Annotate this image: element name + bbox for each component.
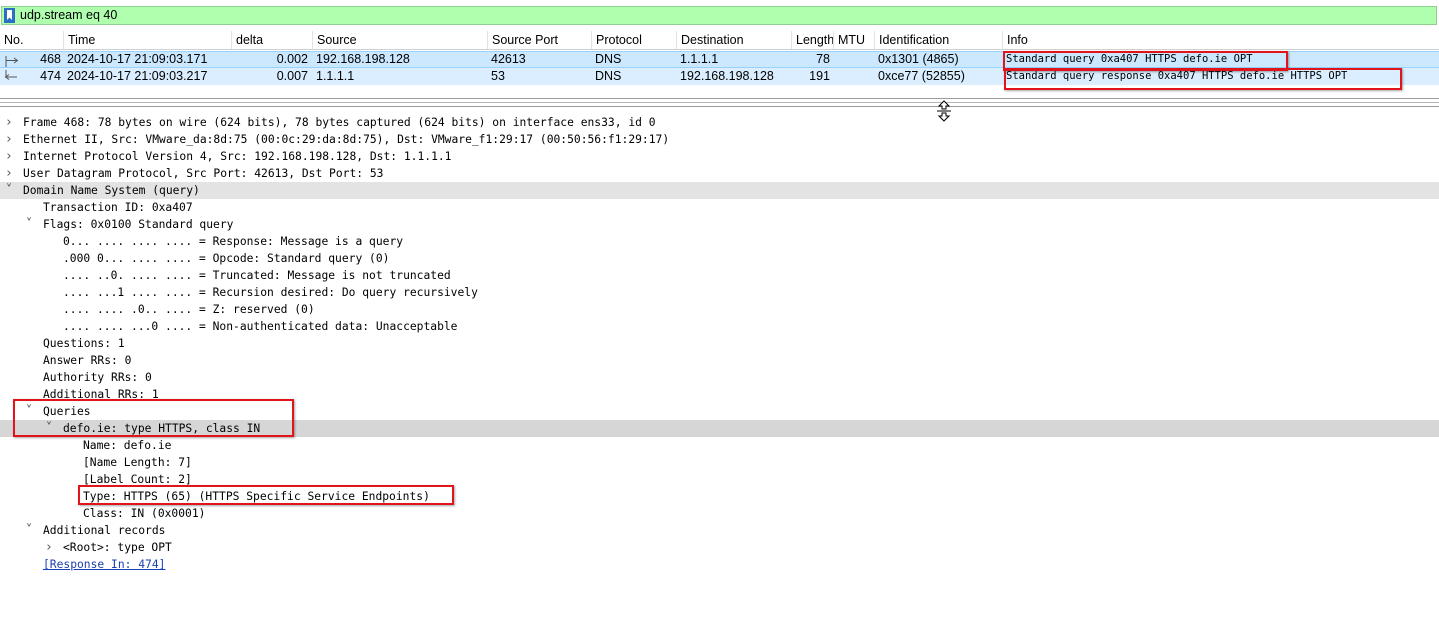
- tree-row-flag-recursion[interactable]: .... ...1 .... .... = Recursion desired:…: [0, 284, 1439, 301]
- bookmark-icon[interactable]: [4, 8, 15, 23]
- packet-protocol: DNS: [595, 69, 622, 83]
- chevron-down-icon[interactable]: ˅: [24, 216, 34, 233]
- tree-row-label: Ethernet II, Src: VMware_da:8d:75 (00:0c…: [23, 133, 670, 146]
- column-header-delta[interactable]: delta: [231, 31, 312, 49]
- tree-row-flag-nonauth[interactable]: .... .... ...0 .... = Non-authenticated …: [0, 318, 1439, 335]
- response-arrow-icon: [4, 70, 17, 80]
- tree-row-label: Additional records: [43, 524, 166, 537]
- tree-row-label: Flags: 0x0100 Standard query: [43, 218, 234, 231]
- tree-row-query-class[interactable]: Class: IN (0x0001): [0, 505, 1439, 522]
- packet-destination: 192.168.198.128: [680, 69, 774, 83]
- column-header-time[interactable]: Time: [63, 31, 231, 49]
- tree-row-frame[interactable]: › Frame 468: 78 bytes on wire (624 bits),…: [0, 114, 1439, 131]
- tree-row-answer-rrs[interactable]: Answer RRs: 0: [0, 352, 1439, 369]
- chevron-down-icon[interactable]: ˅: [4, 182, 14, 199]
- packet-identification: 0xce77 (52855): [878, 69, 965, 83]
- display-filter-bar: udp.stream eq 40: [0, 4, 1439, 26]
- packet-length: 78: [816, 52, 830, 66]
- tree-row-flag-response[interactable]: 0... .... .... .... = Response: Message …: [0, 233, 1439, 250]
- packet-no: 474: [40, 69, 61, 83]
- tree-row-label: .... ..0. .... .... = Truncated: Message…: [63, 269, 451, 282]
- tree-row-label: Domain Name System (query): [23, 184, 200, 197]
- packet-time: 2024-10-17 21:09:03.217: [67, 69, 208, 83]
- chevron-right-icon[interactable]: ›: [4, 114, 14, 131]
- tree-row-flag-z[interactable]: .... .... .0.. .... = Z: reserved (0): [0, 301, 1439, 318]
- tree-row-flag-opcode[interactable]: .000 0... .... .... = Opcode: Standard q…: [0, 250, 1439, 267]
- column-header-source-port[interactable]: Source Port: [487, 31, 591, 49]
- tree-row-flag-truncated[interactable]: .... ..0. .... .... = Truncated: Message…: [0, 267, 1439, 284]
- chevron-right-icon[interactable]: ›: [4, 148, 14, 165]
- tree-row-udp[interactable]: › User Datagram Protocol, Src Port: 42613…: [0, 165, 1439, 182]
- tree-row-label: Authority RRs: 0: [43, 371, 152, 384]
- chevron-right-icon[interactable]: ›: [44, 539, 54, 556]
- tree-row-name-length[interactable]: [Name Length: 7]: [0, 454, 1439, 471]
- tree-row-label: Name: defo.ie: [83, 439, 172, 452]
- packet-delta: 0.007: [276, 69, 308, 83]
- tree-row-label: User Datagram Protocol, Src Port: 42613,…: [23, 167, 384, 180]
- tree-row-label: .... .... ...0 .... = Non-authenticated …: [63, 320, 458, 333]
- tree-row-dns[interactable]: ˅ Domain Name System (query): [0, 182, 1439, 199]
- column-header-no[interactable]: No.: [0, 31, 63, 49]
- column-header-length[interactable]: Length: [791, 31, 833, 49]
- tree-row-label: Transaction ID: 0xa407: [43, 201, 193, 214]
- chevron-down-icon[interactable]: ˅: [24, 522, 34, 539]
- packet-source-port: 42613: [491, 52, 526, 66]
- annotation-box: [1004, 68, 1402, 90]
- tree-row-flags[interactable]: ˅ Flags: 0x0100 Standard query: [0, 216, 1439, 233]
- tree-row-label: Class: IN (0x0001): [83, 507, 206, 520]
- packet-protocol: DNS: [595, 52, 622, 66]
- tree-row-label: .... ...1 .... .... = Recursion desired:…: [63, 286, 478, 299]
- column-header-info[interactable]: Info: [1002, 31, 1439, 49]
- display-filter-input[interactable]: udp.stream eq 40: [1, 6, 1437, 25]
- packet-source: 1.1.1.1: [316, 69, 355, 83]
- chevron-right-icon[interactable]: ›: [4, 165, 14, 182]
- response-in-link[interactable]: [Response In: 474]: [43, 556, 165, 573]
- annotation-box: [13, 399, 294, 437]
- tree-row-label: .000 0... .... .... = Opcode: Standard q…: [63, 252, 390, 265]
- tree-row-authority-rrs[interactable]: Authority RRs: 0: [0, 369, 1439, 386]
- packet-no: 468: [40, 52, 61, 66]
- packet-source: 192.168.198.128: [316, 52, 410, 66]
- tree-row-label: Internet Protocol Version 4, Src: 192.16…: [23, 150, 452, 163]
- tree-row-label: [Name Length: 7]: [83, 456, 192, 469]
- tree-row-response-in[interactable]: [Response In: 474]: [0, 556, 1439, 573]
- tree-row-label: .... .... .0.. .... = Z: reserved (0): [63, 303, 315, 316]
- pane-splitter[interactable]: [0, 98, 1439, 107]
- column-header-destination[interactable]: Destination: [676, 31, 791, 49]
- tree-row-transaction-id[interactable]: Transaction ID: 0xa407: [0, 199, 1439, 216]
- packet-source-port: 53: [491, 69, 505, 83]
- annotation-box: [78, 485, 454, 505]
- tree-row-query-name[interactable]: Name: defo.ie: [0, 437, 1439, 454]
- packet-destination: 1.1.1.1: [680, 52, 719, 66]
- tree-row-label: <Root>: type OPT: [63, 541, 172, 554]
- tree-row-root-opt[interactable]: › <Root>: type OPT: [0, 539, 1439, 556]
- tree-row-additional-records[interactable]: ˅ Additional records: [0, 522, 1439, 539]
- tree-row-questions[interactable]: Questions: 1: [0, 335, 1439, 352]
- tree-row-ethernet[interactable]: › Ethernet II, Src: VMware_da:8d:75 (00:0…: [0, 131, 1439, 148]
- tree-row-label: Answer RRs: 0: [43, 354, 132, 367]
- packet-time: 2024-10-17 21:09:03.171: [67, 52, 208, 66]
- tree-row-label: 0... .... .... .... = Response: Message …: [63, 235, 404, 248]
- packet-delta: 0.002: [276, 52, 308, 66]
- request-arrow-icon: [5, 56, 19, 67]
- chevron-right-icon[interactable]: ›: [4, 131, 14, 148]
- packet-identification: 0x1301 (4865): [878, 52, 959, 66]
- packet-list-header: No. Time delta Source Source Port Protoc…: [0, 31, 1439, 50]
- splitter-line: [0, 102, 1439, 103]
- column-header-identification[interactable]: Identification: [874, 31, 1002, 49]
- column-header-mtu[interactable]: MTU: [833, 31, 874, 49]
- tree-row-ipv4[interactable]: › Internet Protocol Version 4, Src: 192.1…: [0, 148, 1439, 165]
- tree-row-label: Frame 468: 78 bytes on wire (624 bits), …: [23, 116, 656, 129]
- tree-row-label: Questions: 1: [43, 337, 125, 350]
- column-header-protocol[interactable]: Protocol: [591, 31, 676, 49]
- column-header-source[interactable]: Source: [312, 31, 487, 49]
- packet-length: 191: [809, 69, 830, 83]
